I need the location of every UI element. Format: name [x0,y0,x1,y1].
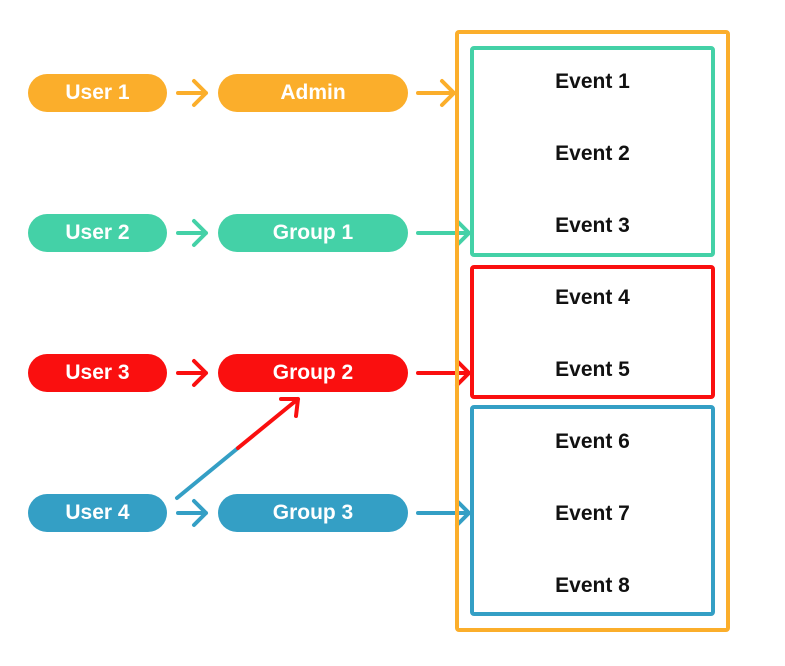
event-group-teal: Event 1 Event 2 Event 3 [470,46,715,257]
node-user-1[interactable]: User 1 [28,74,167,112]
arrow-user1-admin [176,79,208,107]
event-2[interactable]: Event 2 [474,142,711,166]
node-group-3[interactable]: Group 3 [218,494,408,532]
event-group-red: Event 4 Event 5 [470,265,715,399]
event-8[interactable]: Event 8 [474,574,711,598]
event-5[interactable]: Event 5 [474,358,711,382]
event-6[interactable]: Event 6 [474,430,711,454]
node-group-2[interactable]: Group 2 [218,354,408,392]
arrow-admin-events [416,79,456,107]
arrow-user3-group2 [176,359,208,387]
arrow-user4-group3 [176,499,208,527]
arrow-user4-group2 [175,397,300,500]
node-user-3[interactable]: User 3 [28,354,167,392]
event-1[interactable]: Event 1 [474,70,711,94]
node-user-4[interactable]: User 4 [28,494,167,532]
event-3[interactable]: Event 3 [474,214,711,238]
event-group-blue: Event 6 Event 7 Event 8 [470,405,715,616]
node-user-2[interactable]: User 2 [28,214,167,252]
node-admin[interactable]: Admin [218,74,408,112]
node-group-1[interactable]: Group 1 [218,214,408,252]
arrow-user2-group1 [176,219,208,247]
event-7[interactable]: Event 7 [474,502,711,526]
event-4[interactable]: Event 4 [474,286,711,310]
